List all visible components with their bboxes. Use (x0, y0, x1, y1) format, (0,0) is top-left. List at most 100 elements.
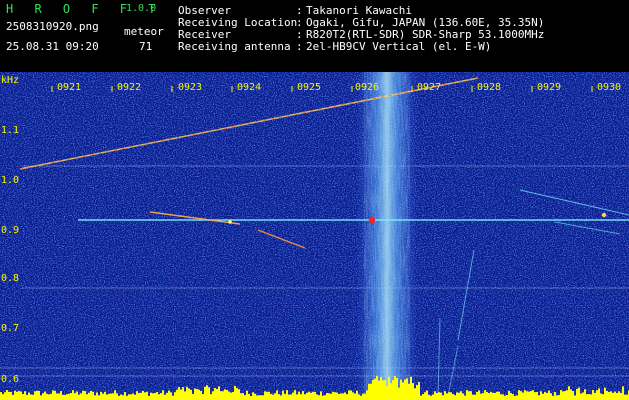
baseline-bar (48, 394, 50, 400)
baseline-bar (168, 390, 170, 400)
baseline-bar (50, 393, 52, 400)
baseline-bar (496, 391, 498, 400)
baseline-bar (108, 393, 110, 400)
baseline-bar (370, 383, 372, 400)
baseline-bar (258, 395, 260, 400)
baseline-bar (622, 386, 624, 400)
baseline-bar (434, 391, 436, 400)
baseline-bar (192, 394, 194, 400)
baseline-bar (338, 393, 340, 400)
baseline-bar (238, 389, 240, 400)
baseline-bar (244, 395, 246, 400)
baseline-bar (180, 389, 182, 400)
baseline-bar (486, 391, 488, 400)
baseline-bar (360, 395, 362, 400)
y-tick-label: 0.7 (1, 323, 19, 334)
baseline-bar (538, 395, 540, 400)
baseline-bar (226, 389, 228, 400)
baseline-bar (306, 392, 308, 400)
spectrogram-noise (0, 72, 629, 400)
baseline-bar (170, 392, 172, 400)
baseline-bar (606, 390, 608, 400)
baseline-bar (300, 394, 302, 400)
baseline-bar (114, 390, 116, 400)
baseline-bar (340, 393, 342, 400)
baseline-bar (350, 390, 352, 400)
baseline-bar (102, 393, 104, 400)
baseline-bar (274, 393, 276, 400)
baseline-bar (84, 391, 86, 400)
baseline-bar (160, 393, 162, 400)
baseline-bar (304, 394, 306, 400)
baseline-bar (308, 391, 310, 400)
baseline-bar (380, 377, 382, 400)
baseline-bar (166, 392, 168, 400)
baseline-bar (174, 392, 176, 400)
baseline-bar (4, 392, 6, 400)
baseline-bar (116, 393, 118, 400)
baseline-bar (112, 393, 114, 400)
baseline-bar (596, 390, 598, 400)
baseline-bar (402, 382, 404, 400)
baseline-bar (146, 391, 148, 400)
baseline-bar (208, 387, 210, 400)
baseline-bar (228, 391, 230, 400)
baseline-bar (188, 388, 190, 400)
baseline-bar (342, 393, 344, 400)
baseline-bar (504, 395, 506, 400)
filename: 2508310920.png (6, 20, 99, 33)
baseline-bar (26, 394, 28, 400)
baseline-bar (534, 392, 536, 400)
baseline-bar (216, 389, 218, 400)
baseline-bar (396, 377, 398, 400)
baseline-bar (284, 393, 286, 400)
baseline-bar (40, 395, 42, 400)
baseline-bar (394, 376, 396, 400)
baseline-bar (440, 392, 442, 400)
baseline-bar (122, 395, 124, 400)
baseline-bar (616, 393, 618, 400)
baseline-bar (240, 393, 242, 400)
baseline-bar (588, 393, 590, 400)
baseline-bar (92, 391, 94, 400)
baseline-bar (418, 382, 420, 400)
baseline-bar (60, 391, 62, 400)
baseline-bar (212, 391, 214, 400)
baseline-bar (328, 393, 330, 400)
baseline-bar (252, 392, 254, 400)
baseline-bar (344, 392, 346, 400)
baseline-bar (74, 393, 76, 400)
baseline-bar (424, 392, 426, 400)
x-tick-label: 0921 (57, 82, 81, 93)
baseline-bar (126, 395, 128, 400)
baseline-bar (118, 395, 120, 400)
baseline-bar (384, 380, 386, 400)
baseline-bar (472, 394, 474, 400)
baseline-bar (506, 395, 508, 400)
baseline-bar (288, 394, 290, 400)
baseline-bar (234, 385, 236, 400)
baseline-bar (176, 389, 178, 400)
baseline-bar (562, 391, 564, 400)
baseline-bar (248, 393, 250, 400)
baseline-bar (448, 392, 450, 400)
baseline-bar (592, 390, 594, 400)
baseline-bar (34, 391, 36, 400)
baseline-bar (154, 392, 156, 400)
baseline-bar (566, 390, 568, 400)
baseline-bar (492, 392, 494, 400)
baseline-bar (336, 392, 338, 400)
baseline-bar (210, 394, 212, 400)
x-tick-label: 0927 (417, 82, 441, 93)
baseline-bar (388, 377, 390, 400)
baseline-bar (522, 392, 524, 400)
baseline-bar (364, 393, 366, 400)
baseline-bar (618, 391, 620, 400)
baseline-bar (586, 394, 588, 400)
baseline-bar (408, 383, 410, 400)
baseline-bar (428, 394, 430, 400)
baseline-bar (382, 380, 384, 400)
baseline-bar (6, 390, 8, 400)
baseline-bar (24, 391, 26, 400)
baseline-bar (318, 395, 320, 400)
